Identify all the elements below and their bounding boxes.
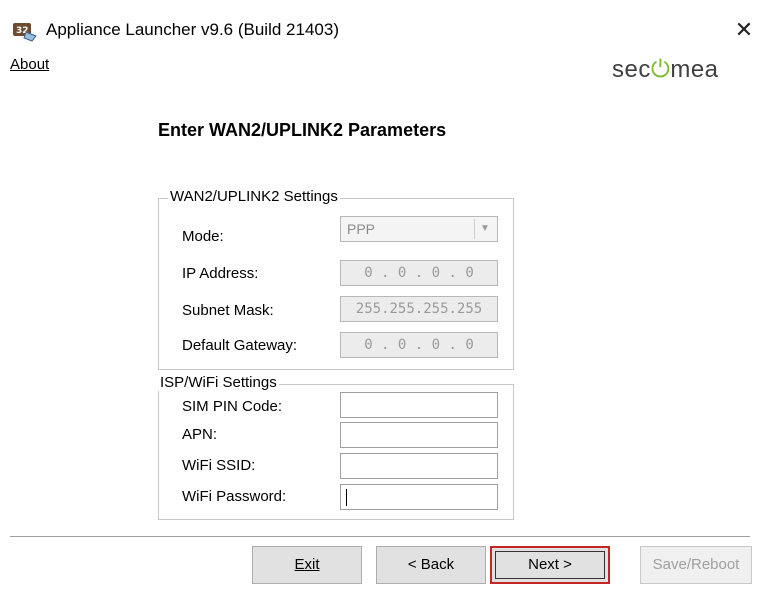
subnet-mask-label: Subnet Mask:: [182, 302, 274, 319]
secomea-logo: sec⏻mea: [612, 56, 719, 83]
appliance-launcher-icon: 32: [13, 23, 37, 42]
exit-button[interactable]: Exit: [252, 546, 362, 584]
back-button[interactable]: < Back: [376, 546, 486, 584]
apn-input[interactable]: [340, 422, 498, 448]
apn-label: APN:: [182, 426, 218, 443]
default-gateway-field[interactable]: 0 . 0 . 0 . 0: [340, 332, 498, 358]
mode-label: Mode:: [182, 228, 224, 245]
close-icon: ✕: [734, 17, 754, 42]
power-icon: ⏻: [650, 56, 671, 83]
text-cursor: [346, 489, 347, 506]
page-title: Enter WAN2/UPLINK2 Parameters: [158, 120, 447, 140]
title-bar: 32 Appliance Launcher v9.6 (Build 21403)…: [0, 0, 760, 48]
default-gateway-label: Default Gateway:: [182, 337, 298, 354]
chevron-down-icon: ▼: [474, 219, 495, 239]
wifi-password-input[interactable]: [340, 484, 498, 510]
footer-separator: [10, 536, 750, 538]
ip-address-field[interactable]: 0 . 0 . 0 . 0: [340, 260, 498, 286]
save-reboot-button[interactable]: Save/Reboot: [640, 546, 752, 584]
subnet-mask-field[interactable]: 255.255.255.255: [340, 296, 498, 322]
mode-value: PPP: [347, 221, 376, 237]
wifi-password-label: WiFi Password:: [182, 488, 287, 505]
sim-pin-label: SIM PIN Code:: [182, 398, 283, 415]
isp-wifi-settings-legend: ISP/WiFi Settings: [158, 374, 279, 391]
close-button[interactable]: ✕: [730, 16, 758, 44]
wan-settings-legend: WAN2/UPLINK2 Settings: [168, 188, 340, 205]
window-title: Appliance Launcher v9.6 (Build 21403): [46, 20, 339, 39]
next-button[interactable]: Next >: [490, 546, 610, 584]
wifi-ssid-label: WiFi SSID:: [182, 457, 256, 474]
mode-select[interactable]: PPP ▼: [340, 216, 498, 242]
ip-address-label: IP Address:: [182, 265, 259, 282]
sim-pin-input[interactable]: [340, 392, 498, 418]
wifi-ssid-input[interactable]: [340, 453, 498, 479]
about-link[interactable]: About: [10, 56, 49, 73]
